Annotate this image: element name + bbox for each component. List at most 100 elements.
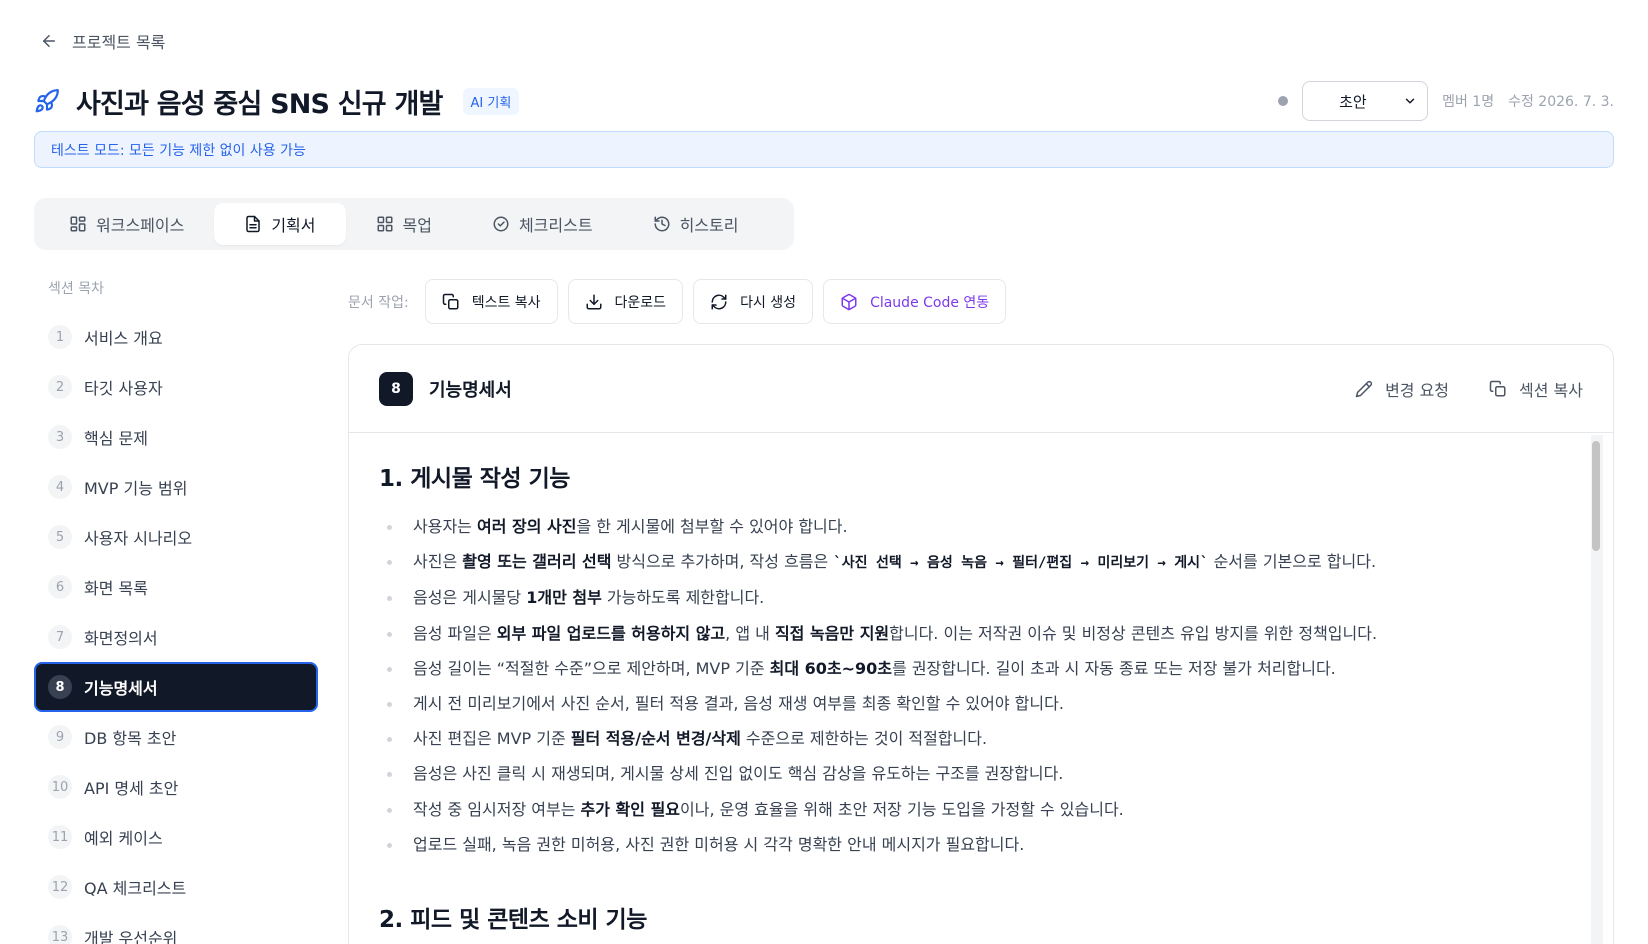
bullet-text: 작성 중 임시저장 여부는: [413, 799, 581, 819]
claude-code-button[interactable]: Claude Code 연동: [823, 279, 1007, 324]
bullet-text: 사진 편집은 MVP 기준: [413, 729, 571, 749]
tab-label: 기획서: [271, 216, 316, 235]
toc-label: 개발 우선순위: [84, 929, 178, 944]
tab-bar: 워크스페이스 기획서 목업 체크리스트 히스토리: [34, 198, 794, 250]
claude-code-label: Claude Code 연동: [870, 294, 990, 311]
toc-item[interactable]: 11 예외 케이스: [34, 812, 318, 862]
toc-number: 8: [48, 675, 72, 699]
back-link[interactable]: 프로젝트 목록: [40, 29, 165, 53]
toc-number: 11: [48, 825, 72, 849]
tab-spec[interactable]: 기획서: [214, 203, 346, 245]
copy-text-button[interactable]: 텍스트 복사: [424, 279, 558, 324]
bullet-text: 음성은 사진 클릭 시 재생되며, 게시물 상세 진입 없이도 핵심 감상을 유…: [413, 764, 1064, 784]
copy-section-label: 섹션 복사: [1519, 380, 1583, 400]
toc-item[interactable]: 5 사용자 시나리오: [34, 512, 318, 562]
bullet-text: 업로드 실패, 녹음 권한 미허용, 사진 권한 미허용 시 각각 명확한 안내…: [413, 834, 1025, 854]
bullet-bold: 직접 녹음만 지원: [774, 623, 890, 643]
bullet-text: 음성은 게시물당: [413, 588, 527, 608]
bullet-text: 수준으로 제한하는 것이 적절합니다.: [740, 729, 988, 749]
copy-section-button[interactable]: 섹션 복사: [1489, 377, 1583, 401]
toc-label: DB 항목 초안: [84, 729, 177, 748]
copy-icon: [1489, 380, 1506, 396]
status-select-value: 초안: [1339, 92, 1367, 111]
bullet-bold: 추가 확인 필요: [580, 799, 681, 819]
toc-item[interactable]: 6 화면 목록: [34, 562, 318, 612]
toc-label: 핵심 문제: [84, 429, 148, 448]
member-count: 멤버 1명: [1442, 94, 1495, 110]
toc-item[interactable]: 7 화면정의서: [34, 612, 318, 662]
back-label: 프로젝트 목록: [72, 33, 166, 52]
bullet-bold: 필터 적용/순서 변경/삭제: [570, 729, 741, 749]
bullet-text: 음성 길이는 “적절한 수준”으로 제안하며, MVP 기준: [413, 658, 770, 678]
document-icon: [246, 215, 261, 233]
toc-item[interactable]: 12 QA 체크리스트: [34, 862, 318, 912]
status-dot: [1278, 96, 1289, 106]
status-select[interactable]: 초안: [1302, 81, 1429, 121]
section-toc: 1 서비스 개요 2 타깃 사용자 3 핵심 문제 4 MVP 기능 범위 5 사용자 시…: [34, 312, 318, 944]
bullet-item: 음성은 사진 클릭 시 재생되며, 게시물 상세 진입 없이도 핵심 감상을 유…: [379, 764, 1583, 784]
regenerate-button[interactable]: 다시 생성: [693, 279, 814, 324]
grid-icon: [70, 216, 86, 232]
bullet-item: 작성 중 임시저장 여부는 추가 확인 필요이나, 운영 효율을 위해 초안 저…: [379, 800, 1583, 820]
toc-item-active[interactable]: 8 기능명세서: [34, 662, 318, 712]
download-icon: [586, 294, 602, 309]
bullet-item: 업로드 실패, 녹음 권한 미허용, 사진 권한 미허용 시 각각 명확한 안내…: [379, 835, 1583, 855]
bullet-item: 사진 편집은 MVP 기준 필터 적용/순서 변경/삭제 수준으로 제한하는 것…: [379, 729, 1583, 749]
bullet-item: 음성 길이는 “적절한 수준”으로 제안하며, MVP 기준 최대 60초~90…: [379, 659, 1583, 679]
toc-label: API 명세 초안: [84, 779, 179, 798]
toc-item[interactable]: 2 타깃 사용자: [34, 362, 318, 412]
section-card: 8 기능명세서 변경 요청 섹션 복사 1. 게시물 작성 기능 사용자는 여러…: [348, 344, 1614, 944]
toc-item[interactable]: 4 MVP 기능 범위: [34, 462, 318, 512]
bullet-item: 사진은 촬영 또는 갤러리 선택 방식으로 추가하며, 작성 흐름은 `사진 선…: [379, 552, 1583, 573]
toc-item[interactable]: 1 서비스 개요: [34, 312, 318, 362]
bullet-text: 사용자는: [413, 517, 477, 536]
bullet-bold: 외부 파일 업로드를 허용하지 않고: [496, 623, 726, 643]
toc-number: 3: [48, 425, 72, 449]
bullet-code: `사진 선택 → 음성 녹음 → 필터/편집 → 미리보기 → 게시`: [833, 555, 1209, 572]
toc-item[interactable]: 3 핵심 문제: [34, 412, 318, 462]
bullet-item: 음성 파일은 외부 파일 업로드를 허용하지 않고, 앱 내 직접 녹음만 지원…: [379, 624, 1583, 644]
toc-number: 6: [48, 575, 72, 599]
bullet-text: 를 권장합니다. 길이 초과 시 자동 종료 또는 저장 불가 처리합니다.: [892, 658, 1336, 678]
toc-item[interactable]: 10 API 명세 초안: [34, 762, 318, 812]
section-actions: 변경 요청 섹션 복사: [1355, 377, 1583, 401]
tab-history[interactable]: 히스토리: [623, 203, 769, 245]
toc-item[interactable]: 9 DB 항목 초안: [34, 712, 318, 762]
toc-number: 9: [48, 725, 72, 749]
bullet-bold: 최대 60초~90초: [769, 658, 893, 678]
toc-number: 1: [48, 325, 72, 349]
toc-title: 섹션 목차: [48, 281, 104, 297]
bullet-text: , 앱 내: [725, 623, 775, 643]
section-number-badge: 8: [379, 371, 413, 406]
page: 프로젝트 목록 사진과 음성 중심 SNS 신규 개발 AI 기획 초안 멤버 …: [0, 0, 1648, 944]
bullet-item: 사용자는 여러 장의 사진을 한 게시물에 첨부할 수 있어야 합니다.: [379, 517, 1583, 537]
pencil-icon: [1355, 380, 1373, 397]
toc-number: 7: [48, 625, 72, 649]
copy-text-label: 텍스트 복사: [471, 294, 541, 311]
grid-icon: [377, 216, 392, 232]
modified-date: 수정 2026. 7. 3.: [1508, 94, 1614, 110]
bullet-text: 이나, 운영 효율을 위해 초안 저장 기능 도입을 가정할 수 있습니다.: [680, 799, 1124, 819]
tab-mockup[interactable]: 목업: [346, 203, 462, 245]
bullet-item: 게시 전 미리보기에서 사진 순서, 필터 적용 결과, 음성 재생 여부를 최…: [379, 694, 1583, 714]
scrollbar-thumb[interactable]: [1592, 441, 1600, 551]
tab-label: 워크스페이스: [96, 216, 185, 235]
request-change-button[interactable]: 변경 요청: [1355, 377, 1449, 401]
page-title: 사진과 음성 중심 SNS 신규 개발: [76, 88, 443, 120]
bullet-bold: 1개만 첨부: [526, 588, 602, 608]
toc-label: 화면정의서: [84, 629, 158, 648]
tab-checklist[interactable]: 체크리스트: [462, 203, 623, 245]
bullet-text: 합니다. 이는 저작권 이슈 및 비정상 콘텐츠 유입 방지를 위한 정책입니다…: [889, 623, 1378, 643]
section-title: 기능명세서: [429, 379, 512, 401]
toc-label: 기능명세서: [84, 679, 158, 698]
bullet-text: 을 한 게시물에 첨부할 수 있어야 합니다.: [576, 517, 848, 536]
subsection-heading: 2. 피드 및 콘텐츠 소비 기능: [379, 906, 647, 933]
bullet-text: 게시 전 미리보기에서 사진 순서, 필터 적용 결과, 음성 재생 여부를 최…: [413, 693, 1064, 713]
toc-number: 2: [48, 375, 72, 399]
bullet-item: 음성은 게시물당 1개만 첨부 가능하도록 제한합니다.: [379, 588, 1583, 608]
download-button[interactable]: 다운로드: [567, 279, 684, 324]
check-circle-icon: [493, 216, 509, 232]
download-label: 다운로드: [614, 294, 667, 311]
tab-workspace[interactable]: 워크스페이스: [39, 203, 214, 245]
toc-item[interactable]: 13 개발 우선순위: [34, 912, 318, 944]
